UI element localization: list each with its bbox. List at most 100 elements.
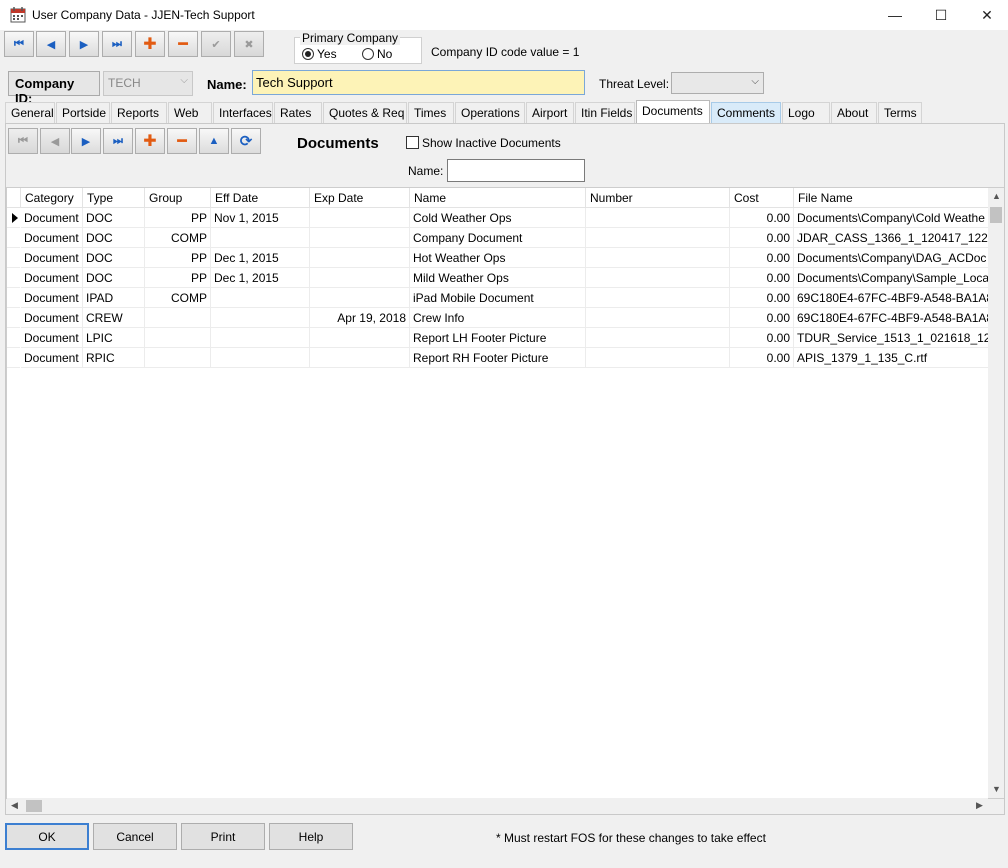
cell-name[interactable]: Mild Weather Ops <box>410 268 586 288</box>
cell-exp-date[interactable] <box>310 248 410 268</box>
cell-category[interactable]: Document <box>21 248 83 268</box>
cell-file-name[interactable]: APIS_1379_1_135_C.rtf <box>794 348 989 368</box>
row-indicator[interactable] <box>7 228 20 248</box>
cell-exp-date[interactable] <box>310 268 410 288</box>
cell-number[interactable] <box>586 228 730 248</box>
column-header-cost[interactable]: Cost <box>730 188 794 208</box>
table-row[interactable]: Document RPIC Report RH Footer Picture 0.00… <box>7 348 989 368</box>
cell-file-name[interactable]: 69C180E4-67FC-4BF9-A548-BA1A8F. <box>794 288 989 308</box>
tab-portside[interactable]: Portside <box>56 102 110 123</box>
cell-file-name[interactable]: Documents\Company\Sample_Loca <box>794 268 989 288</box>
row-indicator[interactable] <box>7 208 20 228</box>
tab-terms[interactable]: Terms <box>878 102 922 123</box>
cell-category[interactable]: Document <box>21 228 83 248</box>
cell-group[interactable] <box>145 328 211 348</box>
show-inactive-checkbox[interactable] <box>406 136 419 149</box>
post-record-button[interactable]: ✔ <box>201 31 231 57</box>
table-row[interactable]: Document CREW Apr 19, 2018 Crew Info 0.00 69C… <box>7 308 989 328</box>
cell-eff-date[interactable]: Dec 1, 2015 <box>211 268 310 288</box>
cell-exp-date[interactable]: Apr 19, 2018 <box>310 308 410 328</box>
cell-type[interactable]: RPIC <box>83 348 145 368</box>
tab-logo[interactable]: Logo <box>782 102 830 123</box>
cell-type[interactable]: LPIC <box>83 328 145 348</box>
cell-category[interactable]: Document <box>21 308 83 328</box>
ok-button[interactable]: OK <box>5 823 89 850</box>
cell-name[interactable]: Crew Info <box>410 308 586 328</box>
tab-interfaces[interactable]: Interfaces <box>213 102 273 123</box>
cell-file-name[interactable]: Documents\Company\DAG_ACDoc <box>794 248 989 268</box>
vertical-scroll-thumb[interactable] <box>990 207 1002 223</box>
cell-number[interactable] <box>586 308 730 328</box>
add-record-button[interactable]: ✚ <box>135 31 165 57</box>
cell-name[interactable]: Report LH Footer Picture <box>410 328 586 348</box>
cell-name[interactable]: Company Document <box>410 228 586 248</box>
tab-operations[interactable]: Operations <box>455 102 525 123</box>
company-name-input[interactable] <box>252 70 585 95</box>
tab-itin-fields[interactable]: Itin Fields <box>575 102 635 123</box>
cell-number[interactable] <box>586 208 730 228</box>
tab-times[interactable]: Times <box>408 102 454 123</box>
cell-cost[interactable]: 0.00 <box>730 328 794 348</box>
cell-group[interactable] <box>145 308 211 328</box>
print-button[interactable]: Print <box>181 823 265 850</box>
column-header-file-name[interactable]: File Name <box>794 188 989 208</box>
doc-add-button[interactable]: ✚ <box>135 128 165 154</box>
row-indicator[interactable] <box>7 288 20 308</box>
cell-eff-date[interactable] <box>211 288 310 308</box>
cell-eff-date[interactable] <box>211 228 310 248</box>
cell-eff-date[interactable]: Dec 1, 2015 <box>211 248 310 268</box>
cell-cost[interactable]: 0.00 <box>730 228 794 248</box>
tab-comments[interactable]: Comments <box>711 102 781 123</box>
cell-exp-date[interactable] <box>310 208 410 228</box>
doc-edit-button[interactable]: ▲ <box>199 128 229 154</box>
cell-number[interactable] <box>586 248 730 268</box>
cell-number[interactable] <box>586 288 730 308</box>
cell-number[interactable] <box>586 348 730 368</box>
next-record-button[interactable]: ▶ <box>69 31 99 57</box>
cell-file-name[interactable]: JDAR_CASS_1366_1_120417_122321.j <box>794 228 989 248</box>
table-row[interactable]: Document LPIC Report LH Footer Picture 0.00… <box>7 328 989 348</box>
doc-refresh-button[interactable]: ⟳ <box>231 128 261 154</box>
cell-group[interactable]: COMP <box>145 228 211 248</box>
cell-category[interactable]: Document <box>21 288 83 308</box>
doc-prev-button[interactable]: ◀ <box>40 128 70 154</box>
doc-next-button[interactable]: ▶ <box>71 128 101 154</box>
cell-group[interactable] <box>145 348 211 368</box>
cell-exp-date[interactable] <box>310 228 410 248</box>
column-header-type[interactable]: Type <box>83 188 145 208</box>
cell-eff-date[interactable] <box>211 328 310 348</box>
cell-exp-date[interactable] <box>310 288 410 308</box>
cell-type[interactable]: DOC <box>83 268 145 288</box>
tab-rates[interactable]: Rates <box>274 102 322 123</box>
column-header-eff-date[interactable]: Eff Date <box>211 188 310 208</box>
cancel-button[interactable]: Cancel <box>93 823 177 850</box>
cell-group[interactable]: PP <box>145 248 211 268</box>
row-indicator[interactable] <box>7 308 20 328</box>
help-button[interactable]: Help <box>269 823 353 850</box>
minimize-button[interactable]: — <box>872 0 918 30</box>
tab-about[interactable]: About <box>831 102 877 123</box>
cell-name[interactable]: iPad Mobile Document <box>410 288 586 308</box>
cell-exp-date[interactable] <box>310 328 410 348</box>
cell-category[interactable]: Document <box>21 348 83 368</box>
cell-cost[interactable]: 0.00 <box>730 288 794 308</box>
close-button[interactable]: ✕ <box>964 0 1008 30</box>
table-row[interactable]: Document IPAD COMP iPad Mobile Document 0.00… <box>7 288 989 308</box>
table-row[interactable]: Document DOC COMP Company Document 0.00 JDAR_… <box>7 228 989 248</box>
tab-web[interactable]: Web <box>168 102 212 123</box>
tab-quotes-req[interactable]: Quotes & Req <box>323 102 407 123</box>
cell-cost[interactable]: 0.00 <box>730 348 794 368</box>
document-name-input[interactable] <box>447 159 585 182</box>
column-header-number[interactable]: Number <box>586 188 730 208</box>
row-indicator[interactable] <box>7 348 20 368</box>
cell-type[interactable]: DOC <box>83 208 145 228</box>
table-row[interactable]: Document DOC PP Dec 1, 2015 Hot Weather Ops 0… <box>7 248 989 268</box>
cell-type[interactable]: DOC <box>83 228 145 248</box>
cell-type[interactable]: CREW <box>83 308 145 328</box>
cell-name[interactable]: Report RH Footer Picture <box>410 348 586 368</box>
last-record-button[interactable]: ⏭ <box>102 31 132 57</box>
horizontal-scroll-thumb[interactable] <box>26 800 42 812</box>
first-record-button[interactable]: ⏮ <box>4 31 34 57</box>
cell-cost[interactable]: 0.00 <box>730 208 794 228</box>
cell-file-name[interactable]: Documents\Company\Cold Weathe <box>794 208 989 228</box>
